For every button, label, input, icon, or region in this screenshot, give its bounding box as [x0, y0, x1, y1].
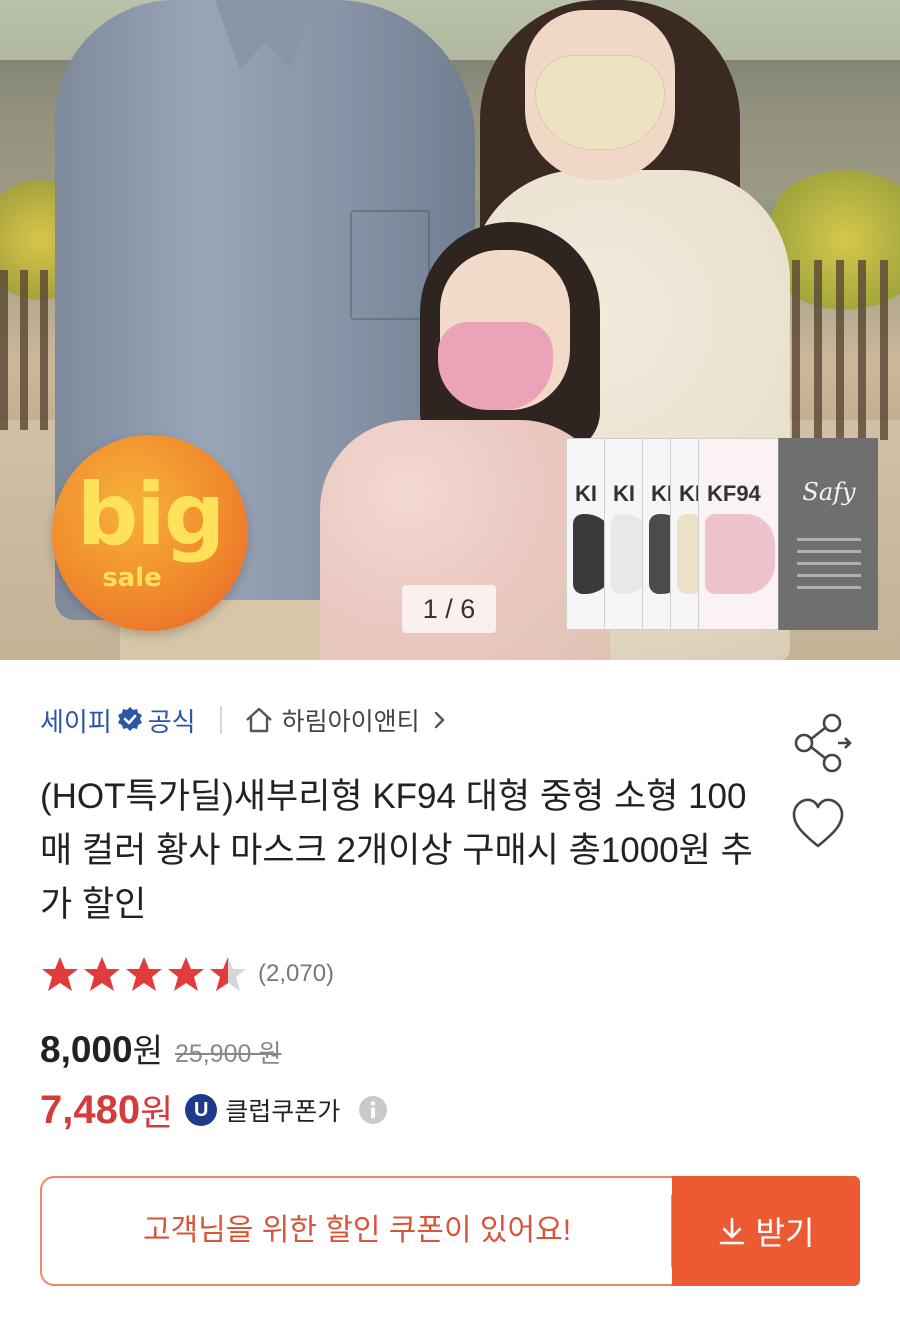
info-icon[interactable]: [358, 1095, 388, 1125]
package-label: KI: [575, 481, 597, 506]
club-coupon-price: 7,480: [40, 1087, 141, 1132]
beige-mask: [535, 55, 665, 150]
verified-icon: [117, 707, 142, 731]
image-pager: 1 / 6: [402, 585, 496, 633]
rating-row[interactable]: (2,070): [40, 952, 334, 996]
star-rating: [40, 954, 248, 994]
product-title: (HOT특가딜)새부리형 KF94 대형 중형 소형 100매 컬러 황사 마스…: [40, 777, 753, 924]
safy-logo: Safy: [802, 478, 856, 506]
star-half-icon: [210, 957, 246, 991]
share-icon[interactable]: [790, 712, 856, 774]
badge-big-text: big: [76, 465, 226, 565]
product-image-carousel[interactable]: big sale KI KI KI KI KF94 Safy 1 / 6: [0, 0, 900, 660]
divider: [219, 706, 222, 734]
big-sale-badge: big sale: [52, 435, 248, 631]
coupon-banner[interactable]: 고객님을 위한 할인 쿠폰이 있어요!: [40, 1176, 672, 1286]
mask-package-lineup: KI KI KI KI KF94 Safy: [566, 438, 878, 630]
heart-icon[interactable]: [790, 796, 846, 852]
package-pink: KF94: [698, 438, 780, 630]
original-price: 25,900 원: [174, 1040, 282, 1068]
star-icon: [168, 957, 204, 991]
package-label: KF94: [707, 481, 761, 506]
package-label: KI: [613, 481, 635, 506]
package-info-lines: [797, 538, 861, 598]
get-coupon-label: 받기: [755, 1215, 815, 1251]
sale-price: 8,000: [40, 1029, 133, 1070]
home-icon: [245, 707, 272, 733]
brand-store-link[interactable]: 하림아이앤티: [282, 702, 420, 738]
safy-package-card: Safy: [778, 438, 878, 630]
shirt-pocket: [350, 210, 430, 320]
club-coupon-unit: 원: [140, 1092, 174, 1133]
badge-sale-text: sale: [102, 563, 162, 593]
sale-price-unit: 원: [132, 1032, 163, 1069]
star-icon: [84, 957, 120, 991]
club-u-badge: U: [185, 1094, 218, 1126]
price-row: 8,000 원 25,900 원: [40, 1024, 281, 1072]
coupon-banner-text: 고객님을 위한 할인 쿠폰이 있어요!: [142, 1214, 572, 1247]
background-fence: [0, 270, 60, 430]
club-coupon-label: 클럽쿠폰가: [225, 1098, 341, 1126]
star-icon: [126, 957, 162, 991]
seller-row: 세이피 공식 하림아이앤티: [40, 700, 448, 740]
club-coupon-row: 7,480 원 U 클럽쿠폰가: [40, 1084, 388, 1136]
get-coupon-button[interactable]: 받기: [672, 1176, 860, 1286]
star-icon: [42, 957, 78, 991]
download-icon: [719, 1217, 744, 1245]
chevron-right-icon: [434, 711, 445, 729]
pink-mask: [438, 322, 553, 410]
official-label: 공식: [147, 706, 196, 737]
review-count: (2,070): [258, 960, 335, 987]
seller-name-link[interactable]: 세이피: [40, 702, 112, 739]
